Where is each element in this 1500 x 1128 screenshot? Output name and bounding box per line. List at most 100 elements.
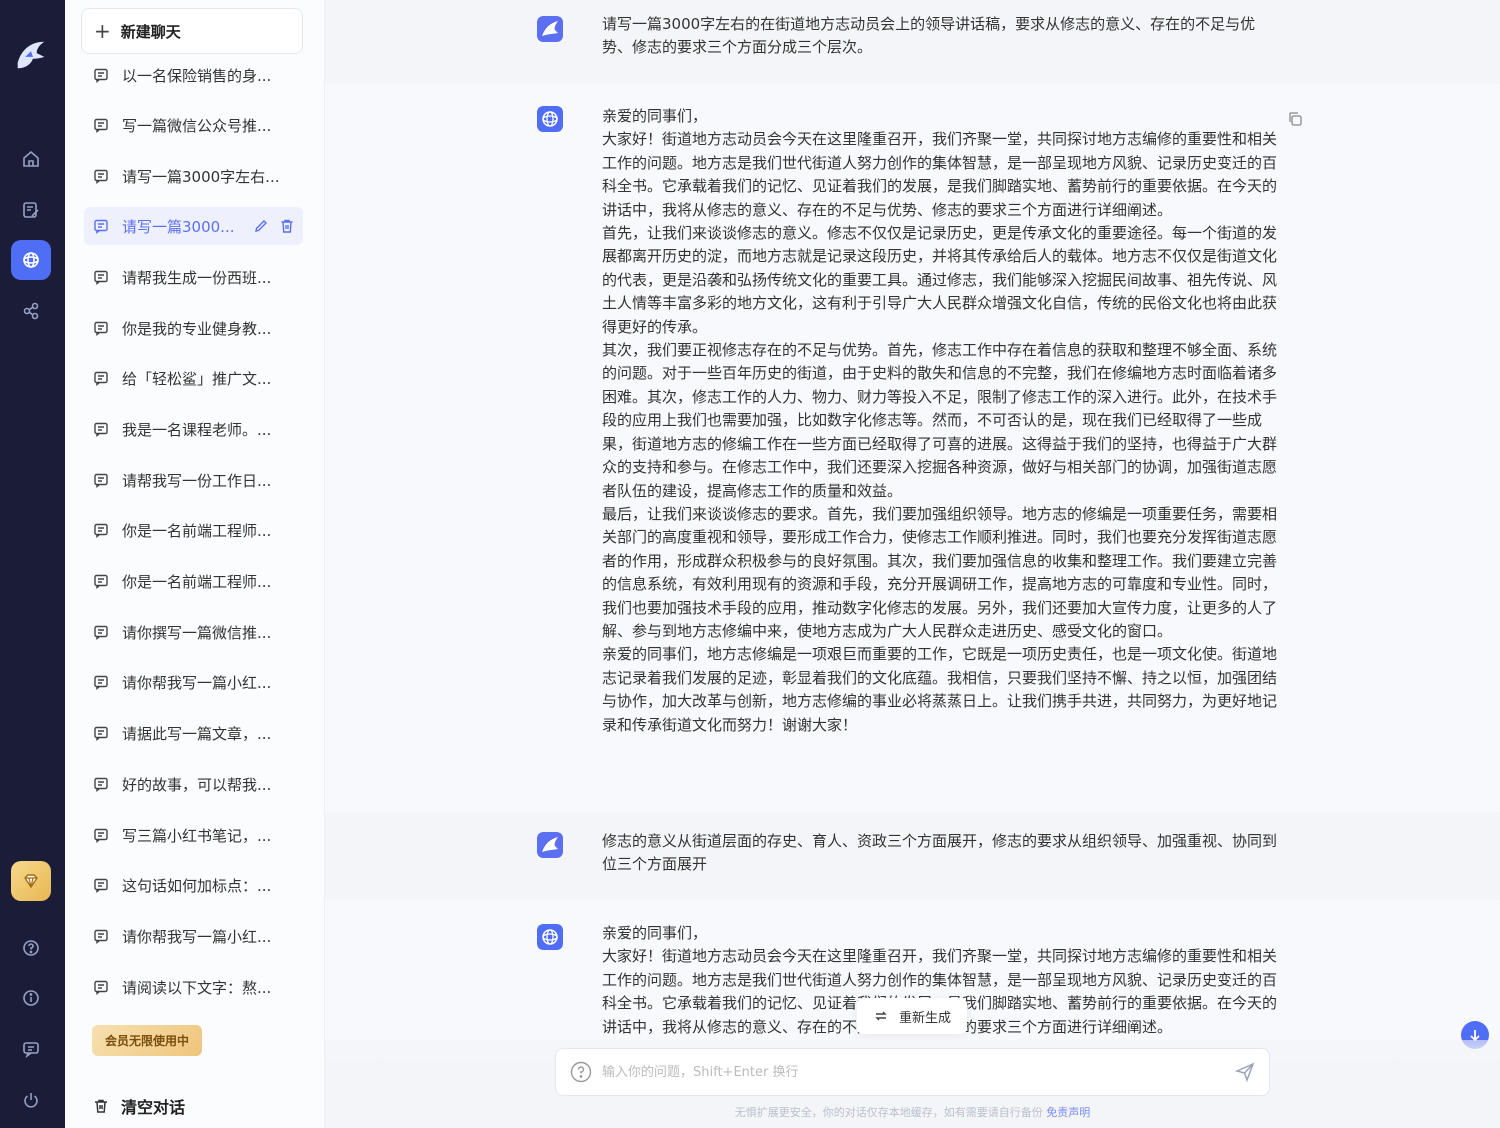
user-message: 修志的意义从街道层面的存史、育人、资政三个方面展开，修志的要求从组织领导、加强重…	[325, 812, 1500, 900]
edit-icon[interactable]	[253, 218, 269, 234]
history-item[interactable]: 请写一篇3000...	[84, 207, 303, 245]
disclaimer-link[interactable]: 免责声明	[1046, 1106, 1090, 1119]
chat-bubble-icon	[94, 777, 108, 792]
message-paragraph: 请写一篇3000字左右的在街道地方志动员会上的领导讲话稿，要求从修志的意义、存在…	[602, 15, 1256, 57]
history-item-title: 请写一篇3000...	[122, 217, 235, 236]
chat-icon[interactable]	[11, 240, 51, 280]
copy-icon[interactable]	[1287, 111, 1303, 127]
clear-chat-button[interactable]: 清空对话	[93, 1094, 185, 1118]
regenerate-button[interactable]: 重新生成	[857, 998, 967, 1034]
history-item[interactable]: 写一篇微信公众号推...	[84, 106, 303, 144]
message-paragraph: 大家好！街道地方志动员会今天在这里隆重召开，我们齐聚一堂，共同探讨地方志编修的重…	[602, 130, 1278, 219]
chat-bubble-icon	[94, 625, 108, 640]
chat-bubble-icon	[94, 422, 108, 437]
chat-bubble-icon	[94, 321, 108, 336]
assistant-message: 亲爱的同事们， 大家好！街道地方志动员会今天在这里隆重召开，我们齐聚一堂，共同探讨…	[325, 84, 1500, 812]
vip-diamond-icon[interactable]	[11, 861, 51, 901]
chat-bubble-icon	[94, 574, 108, 589]
chat-bubble-icon	[94, 219, 108, 234]
assistant-avatar-icon	[537, 106, 563, 132]
history-item-title: 你是一名前端工程师...	[122, 572, 272, 591]
history-item[interactable]: 写三篇小红书笔记，...	[84, 816, 303, 854]
chat-history-sidebar: + 新建聊天 以一名保险销售的身... 写一篇微信公众号推... 请写一篇3000字…	[65, 0, 325, 1128]
message-text: 修志的意义从街道层面的存史、育人、资政三个方面展开，修志的要求从组织领导、加强重…	[602, 830, 1280, 877]
history-item[interactable]: 好的故事，可以帮我...	[84, 765, 303, 803]
chat-bubble-icon	[94, 169, 108, 184]
history-item[interactable]: 以一名保险销售的身...	[84, 56, 303, 94]
message-paragraph: 亲爱的同事们，	[602, 107, 708, 125]
notes-icon[interactable]	[11, 190, 51, 230]
history-item[interactable]: 请你撰写一篇微信推...	[84, 613, 303, 651]
history-item[interactable]: 请你帮我写一篇小红...	[84, 663, 303, 701]
feedback-icon[interactable]	[11, 1029, 51, 1069]
history-item[interactable]: 这句话如何加标点：...	[84, 866, 303, 904]
history-item-title: 写三篇小红书笔记，...	[122, 826, 272, 845]
help-icon[interactable]	[11, 928, 51, 968]
message-input-box	[555, 1048, 1270, 1096]
history-item[interactable]: 给「轻松鲨」推广文...	[84, 359, 303, 397]
message-input[interactable]	[602, 1064, 1235, 1080]
chat-bubble-icon	[94, 828, 108, 843]
delete-icon[interactable]	[279, 218, 295, 234]
history-item-title: 请据此写一篇文章，...	[122, 724, 272, 743]
message-paragraph: 亲爱的同事们，地方志修编是一项艰巨而重要的工作，它既是一项历史责任，也是一项文化…	[602, 645, 1278, 734]
chat-bubble-icon	[94, 980, 108, 995]
new-chat-label: 新建聊天	[120, 22, 181, 41]
history-item-title: 请你撰写一篇微信推...	[122, 623, 272, 642]
history-item-title: 请帮我生成一份西班...	[122, 268, 272, 287]
chat-bubble-icon	[94, 473, 108, 488]
message-paragraph: 最后，让我们来谈谈修志的要求。首先，我们要加强组织领导。地方志的修编是一项重要任…	[602, 504, 1278, 640]
chat-bubble-icon	[94, 878, 108, 893]
chat-panel: 请写一篇3000字左右的在街道地方志动员会上的领导讲话稿，要求从修志的意义、存在…	[325, 0, 1500, 1128]
message-paragraph: 亲爱的同事们，	[602, 924, 708, 942]
history-item-title: 你是一名前端工程师...	[122, 521, 272, 540]
info-icon[interactable]	[11, 978, 51, 1018]
history-item[interactable]: 请你帮我写一篇小红...	[84, 917, 303, 955]
member-badge[interactable]: 会员无限使用中	[92, 1025, 202, 1056]
message-text: 亲爱的同事们， 大家好！街道地方志动员会今天在这里隆重召开，我们齐聚一堂，共同探讨…	[602, 105, 1280, 737]
chat-bubble-icon	[94, 68, 108, 83]
history-item-title: 请阅读以下文字：熬...	[122, 978, 272, 997]
history-item[interactable]: 请据此写一篇文章，...	[84, 714, 303, 752]
message-paragraph: 修志的意义从街道层面的存史、育人、资政三个方面展开，修志的要求从组织领导、加强重…	[602, 832, 1278, 874]
refresh-icon	[875, 1011, 887, 1021]
history-item-title: 这句话如何加标点：...	[122, 876, 272, 895]
apps-icon[interactable]	[11, 291, 51, 331]
chat-bubble-icon	[94, 270, 108, 285]
power-icon[interactable]	[11, 1080, 51, 1120]
new-chat-button[interactable]: + 新建聊天	[81, 8, 303, 54]
message-text: 请写一篇3000字左右的在街道地方志动员会上的领导讲话稿，要求从修志的意义、存在…	[602, 13, 1280, 60]
history-item[interactable]: 你是我的专业健身教...	[84, 309, 303, 347]
plus-icon: +	[94, 19, 111, 43]
history-item[interactable]: 你是一名前端工程师...	[84, 562, 303, 600]
history-item-title: 请写一篇3000字左右...	[122, 167, 280, 186]
history-item[interactable]: 你是一名前端工程师...	[84, 511, 303, 549]
history-item-title: 给「轻松鲨」推广文...	[122, 369, 272, 388]
clear-chat-label: 清空对话	[121, 1098, 186, 1117]
disclaimer: 无惧扩展更安全，你的对话仅存本地缓存，如有需要请自行备份 免责声明	[555, 1104, 1270, 1120]
history-item-title: 请你帮我写一篇小红...	[122, 927, 272, 946]
history-item[interactable]: 我是一名课程老师。...	[84, 410, 303, 448]
home-icon[interactable]	[11, 139, 51, 179]
history-item[interactable]: 请写一篇3000字左右...	[84, 157, 303, 195]
send-icon[interactable]	[1235, 1062, 1255, 1082]
history-item[interactable]: 请帮我生成一份西班...	[84, 258, 303, 296]
message-paragraph: 其次，我们要正视修志存在的不足与优势。首先，修志工作中存在着信息的获取和整理不够…	[602, 341, 1278, 500]
shark-logo-icon[interactable]	[12, 36, 50, 74]
user-message: 请写一篇3000字左右的在街道地方志动员会上的领导讲话稿，要求从修志的意义、存在…	[325, 0, 1500, 84]
history-item-title: 我是一名课程老师。...	[122, 420, 272, 439]
history-item[interactable]: 请帮我写一份工作日...	[84, 461, 303, 499]
chat-bubble-icon	[94, 118, 108, 133]
history-item-title: 以一名保险销售的身...	[122, 66, 272, 85]
regenerate-label: 重新生成	[898, 1010, 951, 1026]
history-item-title: 请你帮我写一篇小红...	[122, 673, 272, 692]
chat-bubble-icon	[94, 523, 108, 538]
history-item[interactable]: 请阅读以下文字：熬...	[84, 968, 303, 1006]
user-avatar-icon	[537, 16, 563, 42]
chat-bubble-icon	[94, 371, 108, 386]
question-icon[interactable]	[570, 1061, 592, 1083]
disclaimer-text: 无惧扩展更安全，你的对话仅存本地缓存，如有需要请自行备份	[734, 1106, 1043, 1119]
app-rail	[0, 0, 65, 1128]
history-item-title: 你是我的专业健身教...	[122, 319, 272, 338]
chat-bubble-icon	[94, 726, 108, 741]
